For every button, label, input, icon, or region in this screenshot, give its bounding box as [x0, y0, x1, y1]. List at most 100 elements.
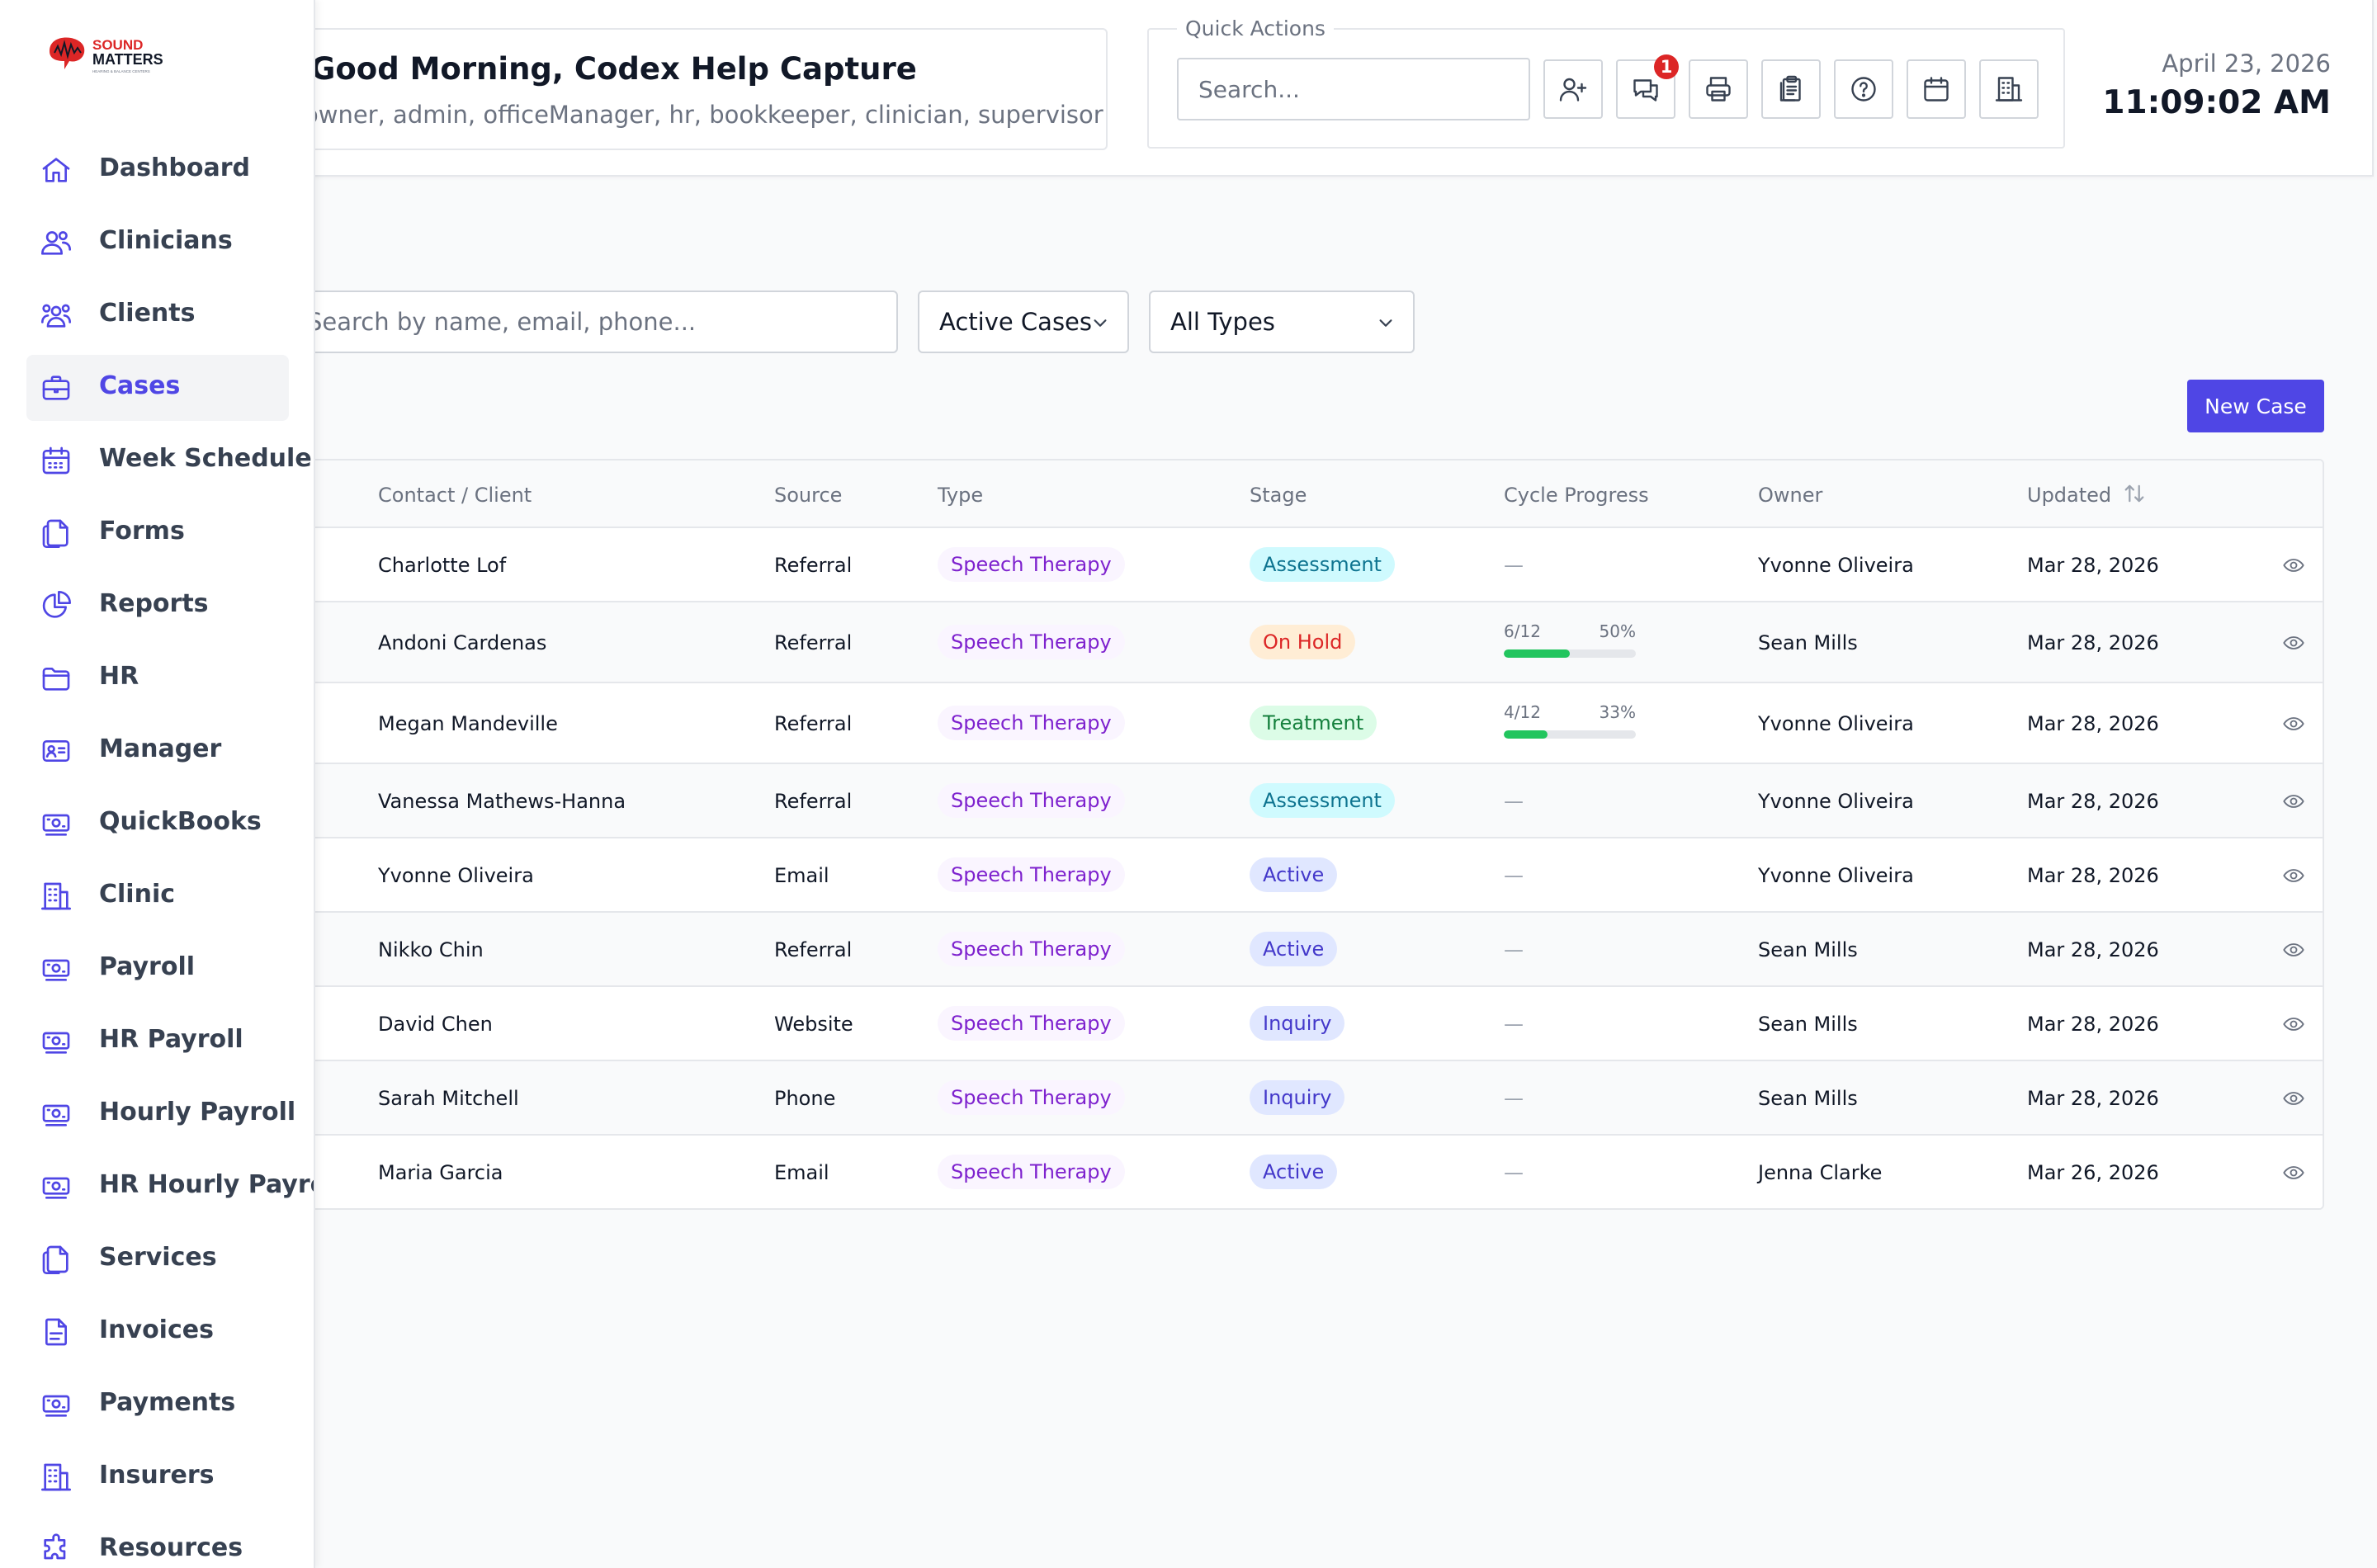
sidebar-item-forms[interactable]: Forms — [26, 500, 289, 566]
sidebar-item-hr[interactable]: HR — [26, 645, 289, 711]
client-name[interactable]: Megan Mandeville — [378, 712, 558, 735]
sidebar-item-reports[interactable]: Reports — [26, 573, 289, 639]
table-row[interactable]: David Chen Website Speech Therapy Inquiry — S… — [208, 987, 2323, 1061]
view-case-icon[interactable] — [2281, 712, 2306, 735]
building-icon — [40, 1461, 73, 1494]
case-type-badge: Speech Therapy — [938, 1006, 1125, 1041]
add-user-button[interactable] — [1543, 59, 1603, 119]
help-icon — [1851, 77, 1876, 102]
print-button[interactable] — [1689, 59, 1748, 119]
status-filter-select[interactable]: Active Cases — [918, 290, 1129, 353]
sidebar-item-label: QuickBooks — [99, 807, 262, 836]
client-name[interactable]: Maria Garcia — [378, 1161, 503, 1184]
sidebar-item-services[interactable]: Services — [26, 1226, 289, 1292]
view-case-icon[interactable] — [2281, 790, 2306, 813]
cycle-progress-empty: — — [1504, 790, 1524, 813]
cycle-progress-empty: — — [1504, 1161, 1524, 1184]
view-case-icon[interactable] — [2281, 1087, 2306, 1110]
sidebar-item-clinicians[interactable]: Clinicians — [26, 210, 289, 276]
cycle-progress-percent: 33% — [1599, 702, 1636, 722]
table-row[interactable]: Nikko Chin Referral Speech Therapy Active — S… — [208, 913, 2323, 987]
stage-badge: Active — [1250, 1155, 1338, 1189]
sidebar-item-hourly-payroll[interactable]: Hourly Payroll — [26, 1081, 295, 1147]
table-row[interactable]: Charlotte Lof Referral Speech Therapy Asses… — [208, 528, 2323, 602]
column-header-type[interactable]: Type — [938, 484, 983, 507]
sidebar-item-hr-hourly-payroll[interactable]: HR Hourly Payroll — [26, 1154, 314, 1220]
column-header-source[interactable]: Source — [774, 484, 842, 507]
table-row[interactable]: Vanessa Mathews-Hanna Referral Speech Ther… — [208, 764, 2323, 838]
user-roles: owner, admin, officeManager, hr, bookkee… — [304, 101, 1103, 129]
view-case-icon[interactable] — [2281, 864, 2306, 887]
sidebar-item-clinic[interactable]: Clinic — [26, 863, 289, 929]
case-source: Referral — [774, 790, 853, 813]
column-header-updated[interactable]: Updated — [2027, 484, 2111, 507]
sidebar-item-invoices[interactable]: Invoices — [26, 1299, 289, 1365]
sidebar-item-label: Invoices — [99, 1315, 214, 1344]
client-name[interactable]: Sarah Mitchell — [378, 1087, 519, 1110]
table-row[interactable]: Maria Garcia Email Speech Therapy Active — Je… — [208, 1136, 2323, 1208]
type-filter-select[interactable]: All Types — [1149, 290, 1415, 353]
case-source: Referral — [774, 631, 853, 654]
sidebar-item-clients[interactable]: Clients — [26, 282, 289, 348]
column-header-stage[interactable]: Stage — [1250, 484, 1307, 507]
chat-icon — [1633, 79, 1658, 102]
sidebar-item-label: Manager — [99, 734, 222, 763]
client-name[interactable]: Yvonne Oliveira — [378, 864, 534, 887]
client-name[interactable]: Charlotte Lof — [378, 554, 506, 577]
case-owner: Sean Mills — [1758, 1013, 1858, 1036]
sidebar-item-label: Resources — [99, 1533, 243, 1562]
sidebar-item-label: Payroll — [99, 952, 196, 981]
sidebar-item-week-schedule[interactable]: Week Schedule — [26, 427, 312, 494]
table-row[interactable]: Sarah Mitchell Phone Speech Therapy Inquiry… — [208, 1061, 2323, 1136]
sidebar-item-label: Clients — [99, 299, 196, 328]
client-name[interactable]: Vanessa Mathews-Hanna — [378, 790, 626, 813]
sidebar-item-label: Insurers — [99, 1461, 215, 1490]
new-case-button[interactable]: New Case — [2187, 380, 2324, 432]
sidebar-item-hr-payroll[interactable]: HR Payroll — [26, 1008, 289, 1074]
view-case-icon[interactable] — [2281, 1013, 2306, 1036]
sidebar-item-insurers[interactable]: Insurers — [26, 1444, 289, 1510]
cycle-progress-count: 4/12 — [1504, 702, 1541, 722]
sidebar-item-dashboard[interactable]: Dashboard — [26, 137, 289, 203]
cycle-progress-empty: — — [1504, 864, 1524, 887]
clinic-button[interactable] — [1979, 59, 2039, 119]
view-case-icon[interactable] — [2281, 554, 2306, 577]
sound-matters-logo[interactable]: SOUND MATTERS HEARING & BALANCE CENTERS — [46, 33, 178, 76]
sidebar-item-label: Cases — [99, 371, 181, 400]
sidebar-item-label: Payments — [99, 1388, 236, 1417]
sidebar-item-payments[interactable]: Payments — [26, 1372, 289, 1438]
sidebar-item-payroll[interactable]: Payroll — [26, 936, 289, 1002]
calendar-button[interactable] — [1907, 59, 1966, 119]
client-name[interactable]: David Chen — [378, 1013, 493, 1036]
case-owner: Yvonne Oliveira — [1758, 790, 1914, 813]
case-type-badge: Speech Therapy — [938, 625, 1125, 659]
current-date: April 23, 2026 — [2162, 50, 2331, 78]
help-button[interactable] — [1834, 59, 1893, 119]
sidebar-item-resources[interactable]: Resources — [26, 1517, 289, 1568]
table-row[interactable]: Yvonne Oliveira Email Speech Therapy Active… — [208, 838, 2323, 913]
id-card-icon — [40, 734, 73, 767]
messages-button[interactable]: 1 — [1616, 54, 1679, 119]
case-owner: Sean Mills — [1758, 1087, 1858, 1110]
client-name[interactable]: Nikko Chin — [378, 938, 484, 961]
quick-search-input[interactable] — [1177, 58, 1530, 120]
column-header-cycle-progress[interactable]: Cycle Progress — [1504, 484, 1649, 507]
column-header-owner[interactable]: Owner — [1758, 484, 1822, 507]
case-type-badge: Speech Therapy — [938, 706, 1125, 740]
table-row[interactable]: Megan Mandeville Referral Speech Therapy Tr… — [208, 683, 2323, 764]
column-header-client[interactable]: Contact / Client — [378, 484, 532, 507]
case-source: Referral — [774, 938, 853, 961]
case-source: Email — [774, 1161, 829, 1184]
sidebar-item-quickbooks[interactable]: QuickBooks — [26, 791, 289, 857]
case-owner: Yvonne Oliveira — [1758, 712, 1914, 735]
client-name[interactable]: Andoni Cardenas — [378, 631, 546, 654]
stage-badge: Active — [1250, 932, 1338, 966]
top-header: Good Morning, Codex Help Capture owner, … — [0, 0, 2374, 177]
sidebar-item-cases[interactable]: Cases — [26, 355, 289, 421]
clipboard-button[interactable] — [1761, 59, 1821, 119]
view-case-icon[interactable] — [2281, 938, 2306, 961]
view-case-icon[interactable] — [2281, 631, 2306, 654]
sidebar-item-manager[interactable]: Manager — [26, 718, 289, 784]
table-row[interactable]: Andoni Cardenas Referral Speech Therapy On … — [208, 602, 2323, 683]
view-case-icon[interactable] — [2281, 1161, 2306, 1184]
